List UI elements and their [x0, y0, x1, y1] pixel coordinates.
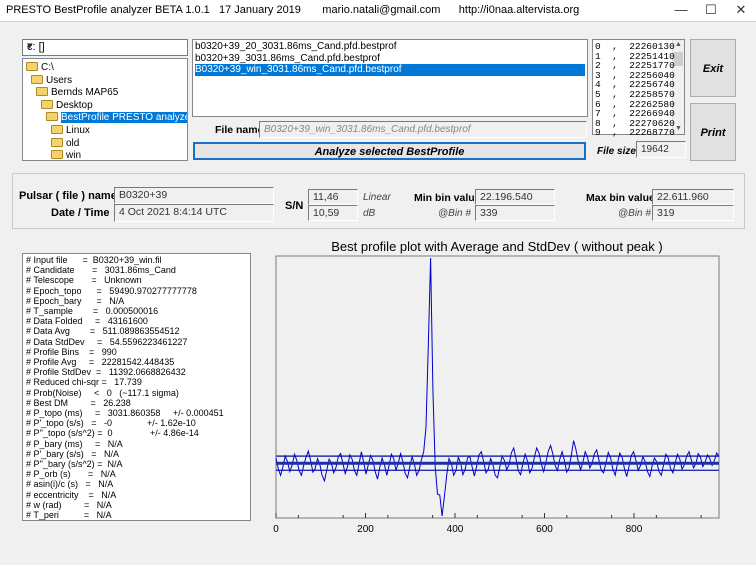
tree-item-label: C:\ — [41, 62, 54, 73]
info-line: # T_peri = N/A — [26, 510, 112, 520]
tree-item-label: Desktop — [56, 99, 93, 111]
chevron-down-icon[interactable]: ▾ — [27, 39, 185, 52]
max-bin-label: Max bin value — [586, 192, 655, 204]
tree-item-label: BestProfile PRESTO analyzer 1.0.1.e — [61, 112, 187, 124]
profile-chart: Best profile plot with Average and StdDe… — [273, 239, 720, 535]
x-tick-label: 0 — [273, 524, 279, 535]
profile-info-text[interactable]: # Input file = B0320+39_win.fil # Candida… — [22, 253, 251, 521]
tree-item-label: Bernds MAP65 — [51, 87, 119, 99]
x-tick-label: 600 — [536, 524, 553, 535]
folder-icon — [51, 137, 63, 147]
sn-linear-value: 11,46 — [308, 189, 358, 205]
file-size-value: 19642 — [636, 141, 686, 158]
max-bin-at-label: @Bin # — [618, 208, 651, 219]
drive-select[interactable]: c: [] ▾ — [22, 39, 188, 56]
file-list-item[interactable]: b0320+39_3031.86ms_Cand.pfd.bestprof — [195, 53, 380, 65]
sn-linear-unit: Linear — [363, 192, 391, 203]
min-bin-value: 22.196.540 — [475, 189, 555, 205]
tree-item[interactable]: BestProfile PRESTO analyzer 1.0.1.e — [46, 111, 187, 124]
folder-icon — [46, 112, 58, 122]
folder-icon — [51, 125, 63, 134]
file-list[interactable]: b0320+39_20_3031.86ms_Cand.pfd.bestprof b… — [192, 39, 588, 117]
pulsar-name-value: B0320+39 — [114, 187, 274, 204]
file-list-item[interactable]: b0320+39_20_3031.86ms_Cand.pfd.bestprof — [195, 41, 397, 53]
folder-icon — [36, 87, 48, 97]
title-bar: PRESTO BestProfile analyzer BETA 1.0.1 1… — [0, 0, 756, 22]
date-time-label: Date / Time — [51, 207, 110, 219]
minimize-button[interactable]: — — [666, 0, 696, 22]
list-item[interactable]: 9 , 22268770 — [595, 127, 675, 138]
tree-item[interactable]: Users — [31, 74, 72, 87]
tree-item[interactable]: Bernds MAP65 — [36, 86, 118, 99]
sn-db-value: 10,59 — [308, 205, 358, 221]
tree-item-label: Linux — [66, 125, 90, 136]
window-title: PRESTO BestProfile analyzer BETA 1.0.1 1… — [6, 4, 580, 16]
sn-db-unit: dB — [363, 208, 376, 219]
file-name-field[interactable]: B0320+39_win_3031.86ms_Cand.pfd.bestprof — [259, 121, 587, 138]
folder-icon — [41, 99, 53, 109]
x-tick-label: 400 — [447, 524, 464, 535]
analyze-button[interactable]: Analyze selected BestProfile — [193, 142, 586, 160]
date-time-value: 4 Oct 2021 8:4:14 UTC — [114, 204, 274, 222]
print-button[interactable]: Print — [690, 103, 736, 161]
chart-title: Best profile plot with Average and StdDe… — [331, 239, 662, 254]
tree-item[interactable]: C:\ — [26, 61, 54, 74]
min-bin-index: 339 — [475, 205, 555, 221]
file-size-label: File size — [597, 146, 636, 157]
max-bin-index: 319 — [652, 205, 734, 221]
plot-area — [275, 255, 720, 519]
tree-item[interactable]: Desktop — [41, 99, 93, 112]
close-button[interactable]: ✕ — [726, 0, 756, 22]
pulsar-name-label: Pulsar ( file ) name — [19, 190, 117, 202]
maximize-button[interactable]: ☐ — [696, 0, 726, 22]
tree-item-label: Users — [46, 74, 73, 86]
tree-item-label: win — [66, 150, 82, 161]
tree-item-label: old — [66, 137, 80, 149]
x-tick-label: 200 — [357, 524, 374, 535]
tree-item[interactable]: Linux — [51, 124, 90, 137]
tree-item[interactable]: old — [51, 137, 79, 150]
min-bin-label: Min bin value — [414, 192, 481, 204]
file-name-label: File name — [215, 124, 264, 136]
min-bin-at-label: @Bin # — [438, 208, 471, 219]
exit-button[interactable]: Exit — [690, 39, 736, 97]
bin-value-list[interactable]: ▲ ▼ 0 , 22260130 1 , 22251410 2 , 22251770… — [592, 39, 685, 138]
x-tick-label: 800 — [626, 524, 643, 535]
tree-item[interactable]: win — [51, 149, 82, 161]
max-bin-value: 22.611.960 — [652, 189, 734, 205]
series-line — [275, 257, 720, 517]
sn-label: S/N — [285, 200, 304, 212]
folder-icon — [51, 150, 63, 160]
directory-tree[interactable]: C:\ Users Bernds MAP65 Desktop BestProfile P… — [22, 58, 188, 161]
file-list-item[interactable]: B0320+39_win_3031.86ms_Cand.pfd.bestprof — [195, 64, 585, 76]
folder-icon — [26, 62, 38, 71]
folder-icon — [31, 74, 43, 84]
